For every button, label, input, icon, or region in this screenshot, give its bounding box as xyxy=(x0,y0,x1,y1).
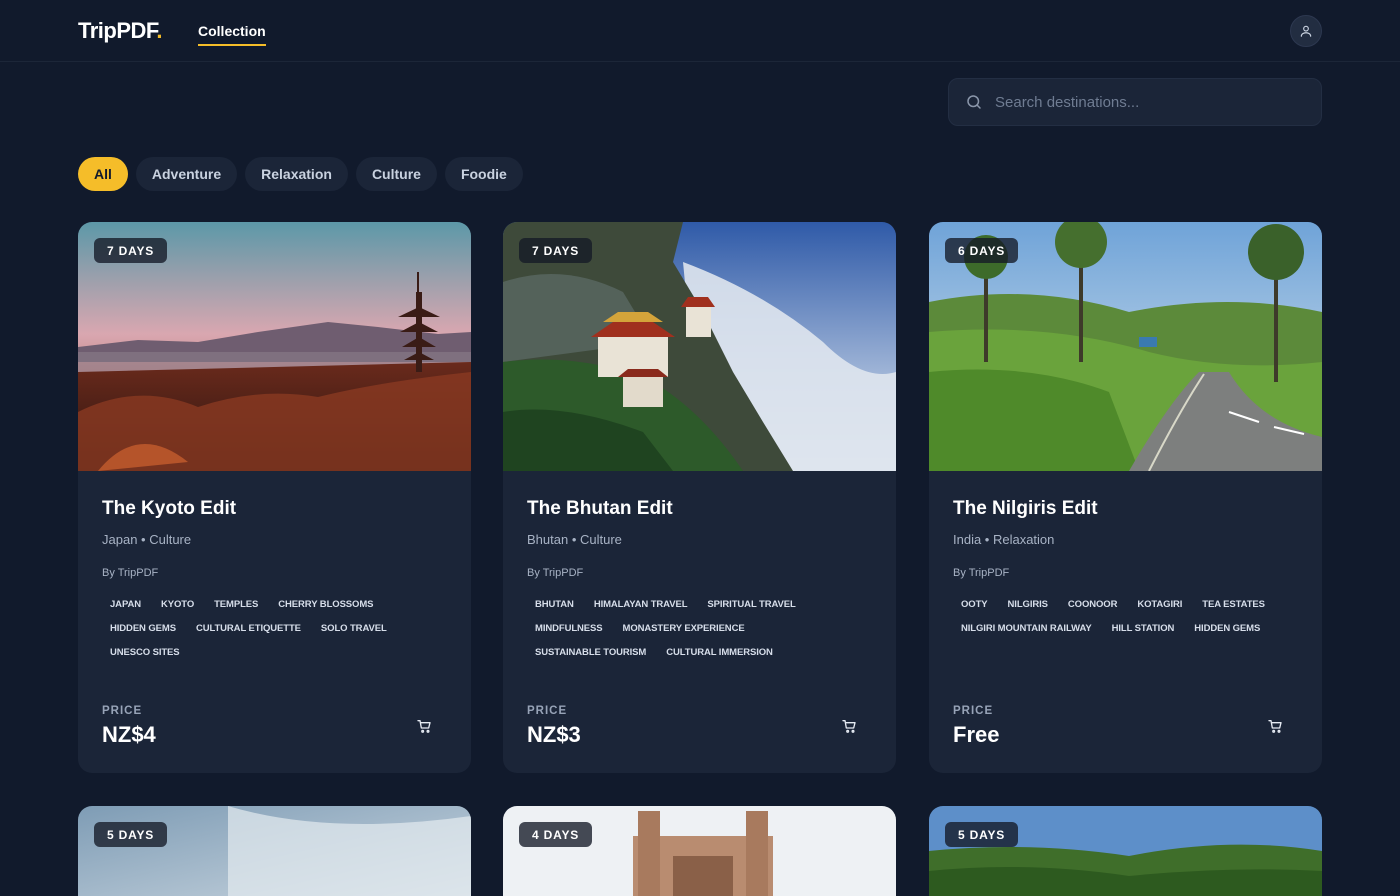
filter-chips: All Adventure Relaxation Culture Foodie xyxy=(78,157,523,191)
tag: HIMALAYAN TRAVEL xyxy=(593,598,688,610)
duration-badge: 6 DAYS xyxy=(945,238,1019,263)
tag: SPIRITUAL TRAVEL xyxy=(707,598,796,610)
search-box[interactable] xyxy=(948,78,1322,126)
duration-badge: 4 DAYS xyxy=(519,822,593,847)
trip-card-kyoto[interactable]: 7 DAYS The Kyoto Edit Japan • Culture By… xyxy=(78,222,471,773)
logo-dot: . xyxy=(156,18,163,43)
filter-adventure[interactable]: Adventure xyxy=(135,157,238,191)
price-label: PRICE xyxy=(102,705,143,717)
card-subtitle: Japan • Culture xyxy=(102,532,192,547)
tag-list: OOTY NILGIRIS COONOOR KOTAGIRI TEA ESTAT… xyxy=(953,595,1298,637)
add-to-cart-button[interactable] xyxy=(829,706,869,746)
user-icon xyxy=(1300,25,1312,37)
tag: HILL STATION xyxy=(1111,622,1175,634)
tag: KOTAGIRI xyxy=(1137,598,1183,610)
card-image xyxy=(503,806,896,896)
card-title[interactable]: The Bhutan Edit xyxy=(527,498,673,520)
card-subtitle: India • Relaxation xyxy=(953,532,1055,547)
filter-culture[interactable]: Culture xyxy=(355,157,437,191)
add-to-cart-button[interactable] xyxy=(1255,706,1295,746)
tag: MINDFULNESS xyxy=(535,622,603,634)
tag-list: JAPAN KYOTO TEMPLES CHERRY BLOSSOMS HIDD… xyxy=(102,595,447,661)
tag: JAPAN xyxy=(110,598,141,610)
price-value: Free xyxy=(953,722,1000,747)
card-image xyxy=(78,806,471,896)
trip-card-partial[interactable]: 5 DAYS xyxy=(929,806,1322,896)
filter-foodie[interactable]: Foodie xyxy=(444,157,523,191)
trip-card-bhutan[interactable]: 7 DAYS The Bhutan Edit Bhutan • Culture … xyxy=(503,222,896,773)
tag-list: BHUTAN HIMALAYAN TRAVEL SPIRITUAL TRAVEL… xyxy=(527,595,872,661)
card-image xyxy=(929,806,1322,896)
cart-icon xyxy=(1268,720,1282,733)
trip-card-partial[interactable]: 5 DAYS xyxy=(78,806,471,896)
tag: NILGIRIS xyxy=(1007,598,1048,610)
top-bar: TripPDF. Collection xyxy=(0,0,1400,62)
tag: SOLO TRAVEL xyxy=(320,622,387,634)
tag: NILGIRI MOUNTAIN RAILWAY xyxy=(961,622,1092,634)
duration-badge: 7 DAYS xyxy=(519,238,593,263)
cart-icon xyxy=(842,720,856,733)
tag: HIDDEN GEMS xyxy=(110,622,176,634)
tag: CHERRY BLOSSOMS xyxy=(278,598,374,610)
tag: UNESCO SITES xyxy=(110,646,180,658)
card-author: By TripPDF xyxy=(102,567,159,579)
duration-badge: 7 DAYS xyxy=(94,238,168,263)
tag: BHUTAN xyxy=(535,598,574,610)
add-to-cart-button[interactable] xyxy=(404,706,444,746)
avatar-button[interactable] xyxy=(1290,15,1322,47)
tag: TEMPLES xyxy=(214,598,259,610)
duration-badge: 5 DAYS xyxy=(945,822,1019,847)
trip-card-nilgiris[interactable]: 6 DAYS The Nilgiris Edit India • Relaxat… xyxy=(929,222,1322,773)
tag: CULTURAL IMMERSION xyxy=(666,646,773,658)
tag: HIDDEN GEMS xyxy=(1194,622,1261,634)
price-value: NZ$3 xyxy=(527,722,581,747)
tag: SUSTAINABLE TOURISM xyxy=(535,646,647,658)
tag: CULTURAL ETIQUETTE xyxy=(195,622,301,634)
logo-text: TripPDF xyxy=(78,18,157,43)
search-icon xyxy=(967,95,981,109)
trip-card-partial[interactable]: 4 DAYS xyxy=(503,806,896,896)
filter-relaxation[interactable]: Relaxation xyxy=(245,157,348,191)
price-value: NZ$4 xyxy=(102,722,156,747)
card-author: By TripPDF xyxy=(527,567,584,579)
price-label: PRICE xyxy=(527,705,568,717)
search-input[interactable] xyxy=(995,93,1295,111)
tag: COONOOR xyxy=(1067,598,1118,610)
logo[interactable]: TripPDF. xyxy=(78,18,163,44)
filter-all[interactable]: All xyxy=(78,157,128,191)
card-subtitle: Bhutan • Culture xyxy=(527,532,622,547)
duration-badge: 5 DAYS xyxy=(94,822,168,847)
card-title[interactable]: The Nilgiris Edit xyxy=(953,498,1098,520)
tag: MONASTERY EXPERIENCE xyxy=(622,622,745,634)
tag: TEA ESTATES xyxy=(1202,598,1265,610)
tag: OOTY xyxy=(961,598,988,610)
tag: KYOTO xyxy=(161,598,195,610)
card-title[interactable]: The Kyoto Edit xyxy=(102,498,236,520)
price-label: PRICE xyxy=(953,705,994,717)
tab-collection[interactable]: Collection xyxy=(198,23,266,46)
cart-icon xyxy=(417,720,431,733)
card-author: By TripPDF xyxy=(953,567,1010,579)
